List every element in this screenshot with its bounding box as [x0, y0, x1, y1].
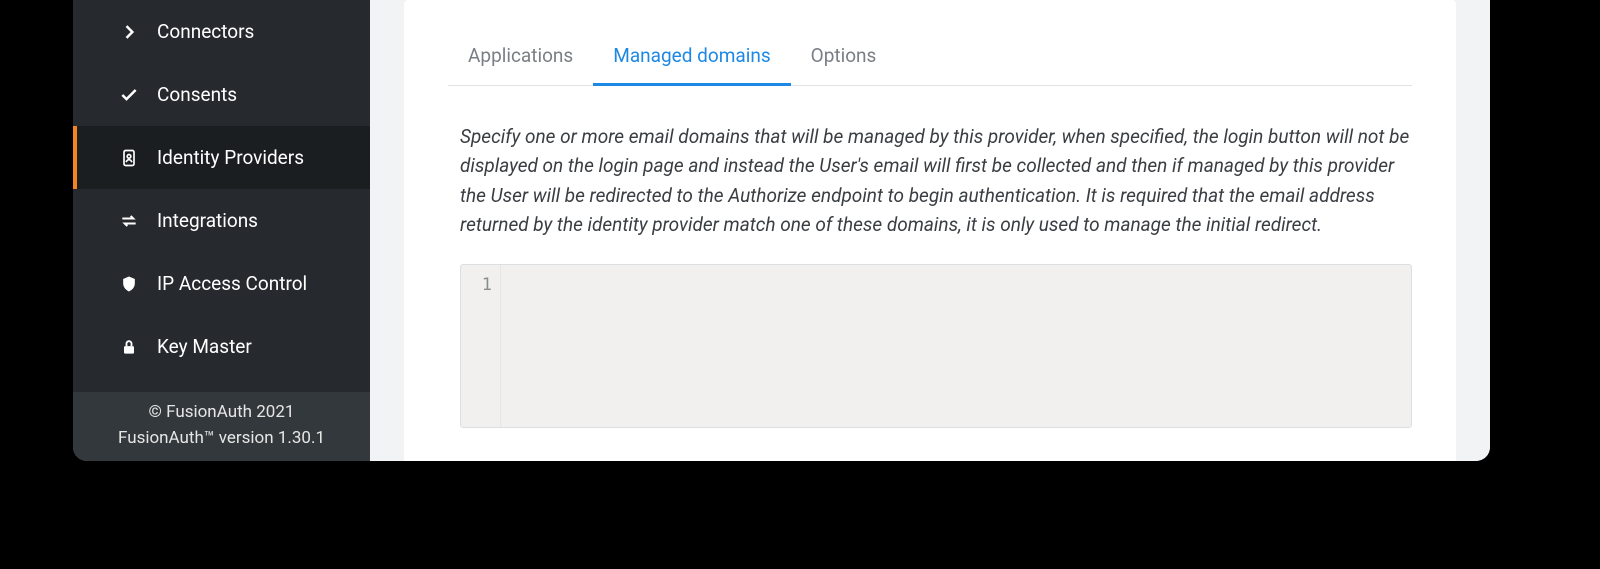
- tab-label: Options: [811, 44, 877, 67]
- sidebar-item-integrations[interactable]: Integrations: [73, 189, 370, 252]
- tab-options[interactable]: Options: [791, 30, 897, 86]
- sidebar-nav: Connectors Consents Identity Providers I…: [73, 0, 370, 392]
- sidebar-item-label: IP Access Control: [157, 272, 307, 295]
- sidebar-item-ip-access-control[interactable]: IP Access Control: [73, 252, 370, 315]
- lock-icon: [119, 337, 147, 357]
- managed-domains-description: Specify one or more email domains that w…: [448, 122, 1412, 240]
- tab-bar: Applications Managed domains Options: [448, 30, 1412, 86]
- sidebar-item-key-master[interactable]: Key Master: [73, 315, 370, 378]
- editor-body[interactable]: [501, 265, 1411, 427]
- footer-copyright: © FusionAuth 2021: [79, 400, 364, 426]
- managed-domains-editor[interactable]: 1: [460, 264, 1412, 428]
- tab-label: Managed domains: [613, 44, 770, 67]
- editor-gutter: 1: [461, 265, 501, 427]
- tab-managed-domains[interactable]: Managed domains: [593, 30, 790, 86]
- settings-panel: Applications Managed domains Options Spe…: [404, 0, 1456, 461]
- sidebar-item-connectors[interactable]: Connectors: [73, 0, 370, 63]
- sidebar-item-label: Key Master: [157, 335, 252, 358]
- tab-applications[interactable]: Applications: [448, 30, 593, 86]
- badge-icon: [119, 148, 147, 168]
- chevron-right-icon: [119, 22, 147, 42]
- sidebar-item-label: Integrations: [157, 209, 258, 232]
- main-content: Applications Managed domains Options Spe…: [370, 0, 1490, 461]
- sidebar-footer: © FusionAuth 2021 FusionAuth™ version 1.…: [73, 392, 370, 461]
- footer-version: FusionAuth™ version 1.30.1: [79, 426, 364, 452]
- sidebar-item-label: Connectors: [157, 20, 254, 43]
- sidebar-item-identity-providers[interactable]: Identity Providers: [73, 126, 370, 189]
- tab-label: Applications: [468, 44, 573, 67]
- sidebar: Connectors Consents Identity Providers I…: [73, 0, 370, 461]
- sidebar-item-label: Consents: [157, 83, 237, 106]
- app-window: Connectors Consents Identity Providers I…: [73, 0, 1490, 461]
- line-number: 1: [461, 275, 492, 295]
- sidebar-item-consents[interactable]: Consents: [73, 63, 370, 126]
- arrows-icon: [119, 211, 147, 231]
- sidebar-item-label: Identity Providers: [157, 146, 304, 169]
- check-icon: [119, 85, 147, 105]
- shield-icon: [119, 274, 147, 294]
